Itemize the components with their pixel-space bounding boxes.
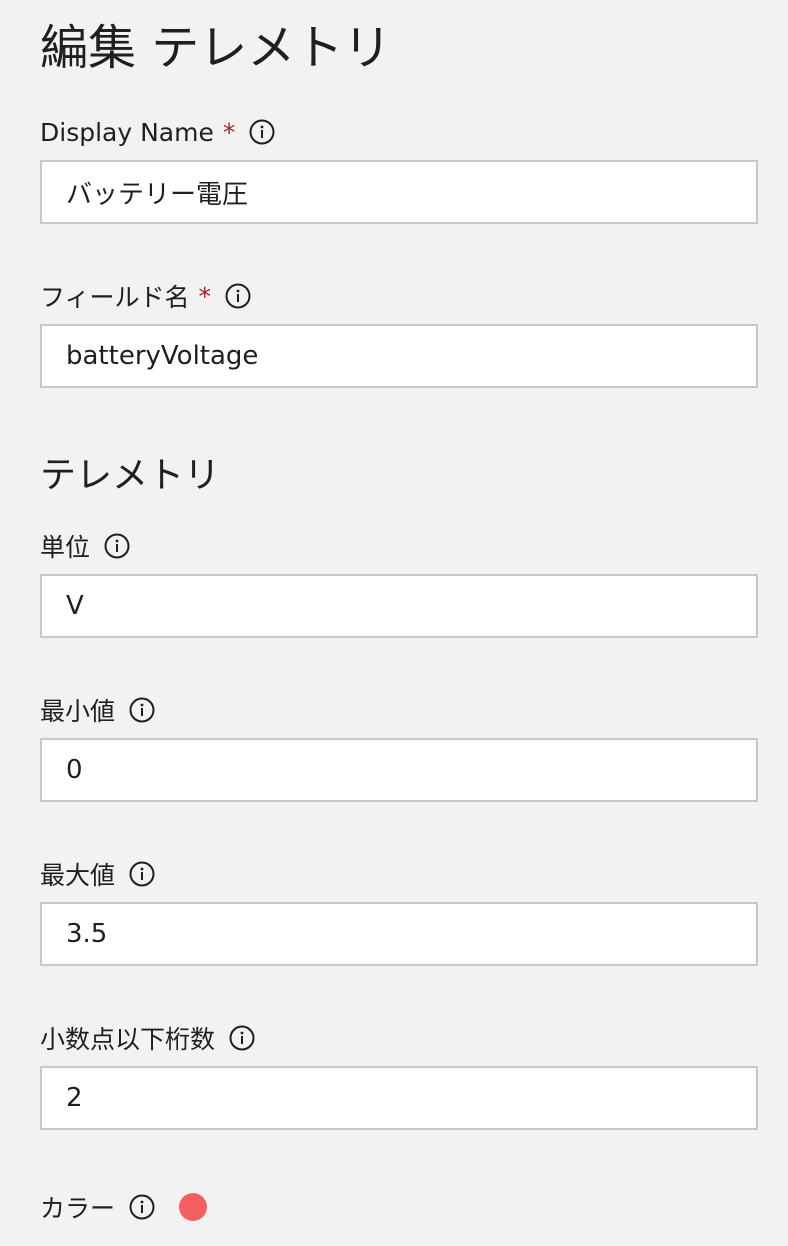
info-icon[interactable] [129, 697, 155, 723]
info-icon[interactable] [229, 1025, 255, 1051]
info-icon[interactable] [104, 533, 130, 559]
min-value-label-row: 最小値 [40, 693, 155, 727]
decimal-places-label-row: 小数点以下桁数 [40, 1021, 255, 1055]
info-icon[interactable] [129, 861, 155, 887]
decimal-places-input[interactable] [40, 1066, 758, 1130]
info-icon[interactable] [129, 1194, 155, 1220]
field-name-input[interactable] [40, 324, 758, 388]
unit-input[interactable] [40, 574, 758, 638]
required-marker: * [198, 281, 212, 311]
info-icon[interactable] [249, 119, 275, 145]
max-value-input[interactable] [40, 902, 758, 966]
info-icon[interactable] [225, 283, 251, 309]
color-label: カラー [40, 1194, 116, 1223]
required-marker: * [222, 117, 236, 147]
display-name-label: Display Name [40, 117, 214, 147]
color-swatch[interactable] [179, 1193, 208, 1221]
page-title: 編集 テレメトリ [40, 20, 392, 76]
max-value-label: 最大値 [40, 861, 116, 890]
min-value-input[interactable] [40, 738, 758, 802]
max-value-label-row: 最大値 [40, 857, 155, 891]
unit-label-row: 単位 [40, 529, 130, 563]
telemetry-section-title: テレメトリ [40, 455, 221, 496]
field-name-label-row: フィールド名 * [40, 279, 251, 313]
color-label-row: カラー [40, 1190, 208, 1224]
display-name-input[interactable] [40, 160, 758, 224]
field-name-label: フィールド名 [40, 283, 190, 312]
display-name-label-row: Display Name * [40, 115, 275, 149]
unit-label: 単位 [40, 533, 91, 562]
decimal-places-label: 小数点以下桁数 [40, 1025, 216, 1054]
min-value-label: 最小値 [40, 697, 116, 726]
